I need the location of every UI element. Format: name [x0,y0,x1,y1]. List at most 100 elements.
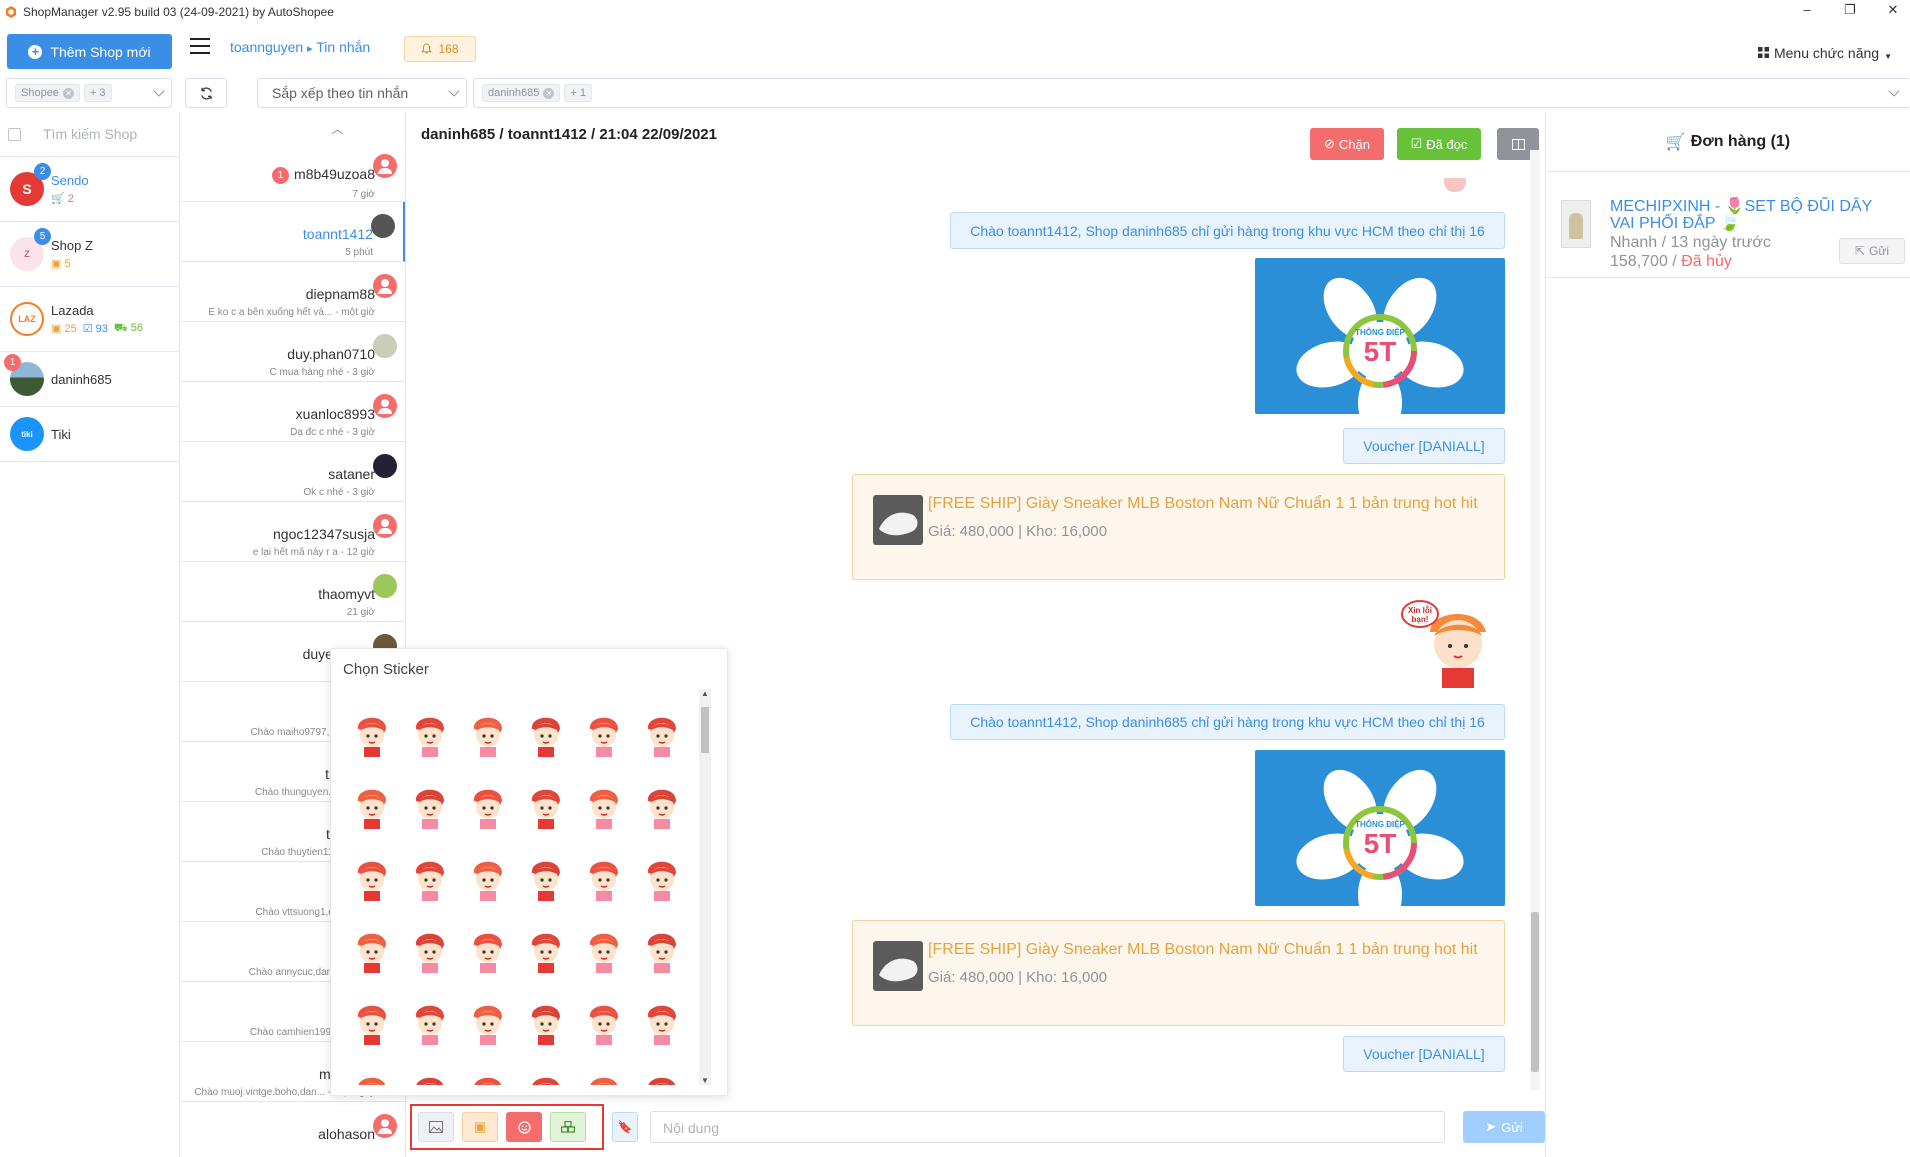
add-shop-button[interactable]: + Thêm Shop mới [7,34,172,69]
conversation-item[interactable]: 1 m8b49uzoa8 7 giờ [180,142,405,202]
scroll-down-arrow-icon[interactable]: ▼ [699,1076,711,1085]
notification-button[interactable]: 168 [404,36,476,62]
sticker-item[interactable] [633,915,683,987]
sticker-partial [1435,178,1475,192]
block-button[interactable]: ⊘ Chặn [1310,128,1384,160]
shop-filter-select[interactable]: daninh685 ✕ + 1 [473,78,1910,108]
sticker-item[interactable] [517,915,575,987]
customer-avatar [373,454,397,478]
product-button[interactable]: ▣ [462,1112,498,1142]
conversation-item[interactable]: alohason [180,1102,405,1157]
conversation-name: toannt1412 [180,202,373,242]
conversation-item[interactable]: thaomyvt 21 giờ [180,562,405,622]
order-item[interactable]: MECHIPXINH - 🌷SET BỘ ĐŨI DÂY VAI PHỐI ĐẮ… [1546,172,1910,278]
sticker-item[interactable] [401,843,459,915]
image-button[interactable] [418,1112,454,1142]
shop-item-lazada[interactable]: LAZ Lazada ▣ 25 ☑ 93 ⛟ 56 [0,287,179,352]
scrollbar-thumb[interactable] [1531,912,1539,1072]
minimize-button[interactable]: – [1797,2,1817,17]
sticker-icon [473,933,506,973]
close-window-button[interactable]: ✕ [1883,2,1903,18]
mark-read-button[interactable]: ☑ Đã đọc [1397,128,1481,160]
conversation-item[interactable]: ngoc12347susja e lại hết mã này r a - 12 … [180,502,405,562]
sticker-item[interactable] [633,987,683,1059]
sticker-item[interactable] [343,915,401,987]
orders-title: Đơn hàng (1) [1690,132,1791,150]
message-input[interactable]: Nội dung [650,1111,1445,1143]
sticker-icon [532,1077,564,1085]
sticker-item[interactable] [343,771,401,843]
scroll-up-icon[interactable]: ︿ [180,112,405,142]
tag-remove-icon[interactable]: ✕ [62,87,74,99]
sticker-item[interactable] [459,1059,517,1085]
sticker-item[interactable] [401,771,459,843]
sticker-item[interactable] [459,843,517,915]
chevron-down-icon [448,85,460,97]
breadcrumb-user[interactable]: toannguyen [230,39,303,55]
sticker-item[interactable] [517,987,575,1059]
conversation-item[interactable]: xuanloc8993 Dạ đc c nhé - 3 giờ [180,382,405,442]
voucher-message[interactable]: Voucher [DANIALL] [1343,1036,1505,1072]
voucher-button[interactable] [550,1112,586,1142]
sticker-item[interactable] [459,915,517,987]
sticker-item[interactable] [343,843,401,915]
sticker-item[interactable] [633,843,683,915]
sticker-item[interactable] [633,771,683,843]
conversation-item[interactable]: toannt1412 5 phút [180,202,405,262]
sticker-item[interactable] [575,843,633,915]
sticker-button[interactable] [506,1112,542,1142]
sticker-item[interactable] [517,1059,575,1085]
sticker-item[interactable] [401,987,459,1059]
refresh-button[interactable] [185,78,227,108]
sticker-item[interactable] [459,987,517,1059]
sticker-item[interactable] [633,1059,683,1085]
chat-scrollbar[interactable] [1530,150,1540,1090]
shop-item-shopz[interactable]: Z 5 Shop Z ▣ 5 [0,222,179,287]
sticker-item[interactable] [401,1059,459,1085]
conversation-item[interactable]: duy.phan0710 C mua hàng nhé - 3 giờ [180,322,405,382]
sticker-item[interactable] [343,987,401,1059]
sort-select[interactable]: Sắp xếp theo tin nhắn [257,78,467,108]
order-item-title[interactable]: MECHIPXINH - 🌷SET BỘ ĐŨI DÂY VAI PHỐI ĐẮ… [1610,198,1900,232]
sticker-icon [589,933,622,973]
order-send-button[interactable]: ⇱ Gửi [1839,238,1905,264]
sticker-item[interactable] [575,699,633,771]
shop-search[interactable]: Tìm kiếm Shop [0,112,179,157]
sticker-item[interactable] [517,843,575,915]
sticker-item[interactable] [401,915,459,987]
sticker-item[interactable] [575,1059,633,1085]
sticker-item[interactable] [401,699,459,771]
sticker-scrollbar-thumb[interactable] [701,707,709,753]
select-all-checkbox[interactable] [8,127,21,141]
conversation-item[interactable]: sataner Ok c nhé - 3 giờ [180,442,405,502]
product-message[interactable]: [FREE SHIP] Giày Sneaker MLB Boston Nam … [852,474,1505,580]
bookmark-button[interactable]: 🔖 [612,1112,638,1142]
conversation-username: thaomyvt [318,586,375,602]
sticker-item[interactable] [517,771,575,843]
sticker-icon [357,717,390,757]
conversation-item[interactable]: diepnam88 E ko c a bên xuống hết và... - … [180,262,405,322]
sticker-item[interactable] [343,699,401,771]
sticker-item[interactable] [575,771,633,843]
function-menu-button[interactable]: Menu chức năng ▼ [1757,44,1892,61]
shop-item-tiki[interactable]: tiki Tiki [0,407,179,462]
sticker-item[interactable] [575,987,633,1059]
voucher-message[interactable]: Voucher [DANIALL] [1343,428,1505,464]
sticker-item[interactable] [633,699,683,771]
product-message[interactable]: [FREE SHIP] Giày Sneaker MLB Boston Nam … [852,920,1505,1026]
sticker-item[interactable] [575,915,633,987]
shop-item-daninh685[interactable]: 1 daninh685 [0,352,179,407]
platform-select[interactable]: Shopee ✕ + 3 [6,78,172,108]
sticker-icon [531,933,564,973]
send-button[interactable]: ➤ Gửi [1463,1111,1545,1143]
tag-remove-icon[interactable]: ✕ [543,87,555,99]
sticker-item[interactable] [517,699,575,771]
scroll-up-arrow-icon[interactable]: ▲ [699,689,711,698]
sticker-item[interactable] [459,699,517,771]
sticker-item[interactable] [343,1059,401,1085]
sticker-item[interactable] [459,771,517,843]
hamburger-menu-icon[interactable] [190,38,210,54]
sticker-scrollbar[interactable]: ▲ ▼ [699,689,711,1085]
restore-button[interactable]: ❐ [1840,2,1860,18]
shop-item-sendo[interactable]: S 2 Sendo 🛒 2 [0,157,179,222]
